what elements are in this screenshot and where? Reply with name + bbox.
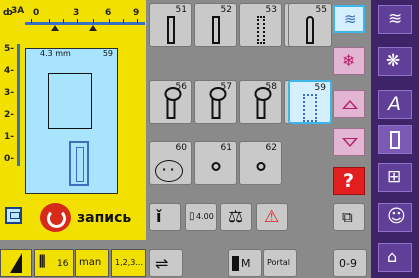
ruler-label-3: 3 <box>73 8 80 18</box>
stitch-62[interactable]: 62 <box>239 141 282 185</box>
help-button[interactable]: ? <box>333 167 365 195</box>
stitch-counter-button[interactable]: ⫼ 16 <box>34 249 74 277</box>
arrow-down-icon <box>342 138 358 147</box>
stitches-icon: ≋ <box>388 9 403 29</box>
keyhole-icon <box>209 87 226 119</box>
stitch-settings-panel: ȸ 3A 0 3 6 9 5- 4- 3- 2- 1- 0- 4.3 mm 59 <box>0 0 146 240</box>
setup-icon: ⌂ <box>387 247 398 266</box>
stitch-53[interactable]: 53 <box>239 3 282 47</box>
scroll-up-button[interactable] <box>333 90 365 118</box>
buttonhole-preview[interactable]: 4.3 mm 59 <box>25 48 118 194</box>
decorative-icon: ❋ <box>386 51 401 71</box>
default-marker-icon <box>51 25 59 31</box>
portal-button[interactable]: Portal <box>263 249 297 277</box>
quilt-stitches-button[interactable]: ⊞ <box>378 163 412 192</box>
needle-stop-button[interactable] <box>0 249 32 277</box>
seq-label: 1,2,3... <box>115 258 143 267</box>
button-sew-icon <box>155 160 183 182</box>
length-bar <box>25 22 145 25</box>
needle-position-button[interactable]: ǐ <box>149 203 181 231</box>
buttonhole-icon <box>69 141 89 186</box>
eyelet-icon <box>211 162 220 171</box>
stitch-55[interactable]: 55 <box>288 3 332 47</box>
keyhole-icon <box>254 87 271 119</box>
needle-icon: ǐ <box>156 207 162 226</box>
needle-size-icon: ▯ <box>189 211 195 222</box>
mode-label: 3A <box>11 6 25 16</box>
main-menu-rail: ≋ ❋ A ⊞ ☺ ⌂ <box>371 0 419 278</box>
buttonhole-icon <box>256 16 265 44</box>
clipboard-icon: ⧉ <box>342 208 353 226</box>
buttonhole-icon <box>303 94 317 122</box>
needle-value-button[interactable]: ▯ 4.00 <box>185 203 217 231</box>
current-marker-icon <box>89 25 97 31</box>
warning-button[interactable]: ⚠ <box>256 203 288 231</box>
ruler-label-0: 0 <box>33 8 40 18</box>
button-size-frame <box>48 73 92 129</box>
tieoff-button[interactable]: ❄ <box>333 47 365 75</box>
smiley-icon: ☺ <box>387 206 406 227</box>
personal-program-button[interactable]: ☺ <box>378 203 412 232</box>
buttonhole-icon <box>211 16 220 44</box>
zigzag-icon: ≋ <box>344 10 357 28</box>
range-label: 0-9 <box>339 257 357 270</box>
decorative-stitches-button[interactable]: ❋ <box>378 47 412 76</box>
question-icon: ? <box>343 170 355 192</box>
width-value: 4.3 mm <box>40 49 71 58</box>
setup-button[interactable]: ⌂ <box>378 243 412 272</box>
stitch-58[interactable]: 58 <box>239 80 282 124</box>
balance-button[interactable]: ⚖ <box>220 203 252 231</box>
needle-value: 4.00 <box>196 212 214 221</box>
buttonhole-icon <box>306 16 314 44</box>
feed-dog-button[interactable]: ⇌ <box>149 249 183 277</box>
memory-button[interactable]: M <box>228 249 262 277</box>
memory-icon <box>232 256 239 271</box>
columns-icon: ⫼ <box>39 254 46 270</box>
stitch-57[interactable]: 57 <box>194 80 237 124</box>
record-label: запись <box>77 210 132 226</box>
stitch-56[interactable]: 56 <box>149 80 192 124</box>
keyhole-icon <box>164 87 181 119</box>
stitch-width-scale: 5- 4- 3- 2- 1- 0- <box>4 44 22 166</box>
sequence-button[interactable]: 1,2,3... <box>111 249 146 277</box>
stitch-59[interactable]: 59 <box>288 80 332 124</box>
stitch-52[interactable]: 52 <box>194 3 237 47</box>
arrow-up-icon <box>342 100 358 109</box>
m-label: M <box>241 257 251 270</box>
quilt-icon: ⊞ <box>387 167 402 187</box>
display-mode-button[interactable] <box>5 207 22 224</box>
range-button[interactable]: 0-9 <box>333 249 367 277</box>
buttonholes-button[interactable] <box>378 125 412 154</box>
stitch-51[interactable]: 51 <box>149 3 192 47</box>
balance-icon: ⚖ <box>228 207 244 227</box>
eyelet-icon <box>256 162 265 171</box>
feed-dog-icon: ⇌ <box>155 254 169 273</box>
width-bar <box>17 44 20 166</box>
tieoff-icon: ❄ <box>342 51 356 70</box>
man-label: man <box>79 257 102 268</box>
stitch-tab-button[interactable]: ≋ <box>333 5 365 33</box>
stitch-61[interactable]: 61 <box>194 141 237 185</box>
scroll-down-button[interactable] <box>333 128 365 156</box>
triangle-icon <box>10 253 22 273</box>
stitch-length-ruler: ȸ 3A 0 3 6 9 <box>3 4 145 34</box>
record-button[interactable] <box>40 203 71 232</box>
manual-mode-button[interactable]: man <box>75 249 109 277</box>
buttonhole-icon <box>390 131 400 149</box>
portal-label: Portal <box>267 258 290 267</box>
practical-stitches-button[interactable]: ≋ <box>378 5 412 34</box>
sewing-machine-screen: { "header": { "mode_label": "3A", "ruler… <box>0 0 419 278</box>
preview-stitch-number: 59 <box>102 49 113 58</box>
stitch-60[interactable]: 60 <box>149 141 192 185</box>
warning-icon: ⚠ <box>264 207 280 227</box>
clipboard-button[interactable]: ⧉ <box>333 203 365 231</box>
counter-value: 16 <box>57 259 69 269</box>
buttonhole-icon <box>166 16 175 44</box>
ruler-label-6: 6 <box>105 8 112 18</box>
alphabet-icon: A <box>388 93 401 115</box>
alphabets-button[interactable]: A <box>378 90 412 119</box>
ruler-label-9: 9 <box>133 8 140 18</box>
